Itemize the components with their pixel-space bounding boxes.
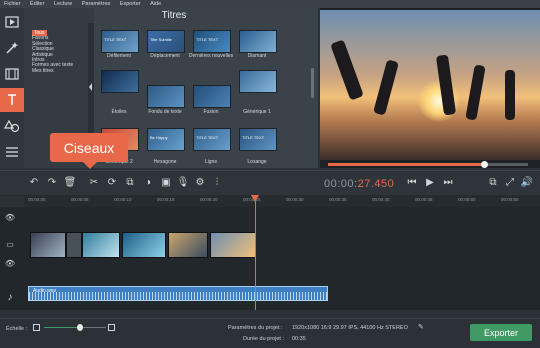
silhouette [505,70,515,120]
volume-icon[interactable]: 🔊 [520,175,534,189]
category-item-mes-titres[interactable]: Mes titres [32,68,73,74]
video-clip[interactable] [122,232,166,258]
ruler-tick: 00:00:50 [458,197,476,202]
crop-icon[interactable]: ⧉ [123,175,137,189]
ruler-tick: 00:00:00 [28,197,46,202]
menu-fichier[interactable]: Fichier [4,1,21,7]
title-thumb-dernieres-nouvelles[interactable]: TITLE TEXT [193,30,231,53]
project-duration-value: 00:35 [292,336,306,342]
status-bar: Échelle : Paramètres du projet : 1920x10… [0,318,540,348]
playback-knob[interactable] [481,161,488,168]
redo-icon[interactable]: ↷ [45,175,59,189]
zoom-in-icon[interactable] [108,324,115,331]
microphone-icon[interactable]: 🎙 [176,175,190,189]
play-icon[interactable]: ▶ [423,175,437,189]
visibility-icon[interactable]: 👁 [3,210,17,224]
next-frame-icon[interactable]: ⏭ [441,175,455,189]
video-clip[interactable] [210,232,256,258]
titles-heading: Titres [161,10,187,21]
scissors-icon[interactable]: ✂ [87,175,101,189]
ruler-tick: 00:00:35 [329,197,347,202]
menu-parametres[interactable]: Paramètres [82,1,110,7]
title-label-losange: Losange [247,159,267,165]
audio-clip-name: Audio.wav [33,288,57,294]
video-clip[interactable] [168,232,208,258]
title-thumb-fondu[interactable] [147,85,185,108]
menu-aide[interactable]: Aide [150,1,161,7]
music-note-icon: ♪ [7,291,13,303]
title-thumb-deplacement[interactable]: Title Subtitle [147,30,185,53]
menu-exporter[interactable]: Exporter [120,1,141,7]
silhouette [330,39,364,101]
fullscreen-icon[interactable]: ⤢ [503,175,517,189]
visibility-icon[interactable]: 👁 [3,256,17,270]
color-adjust-icon[interactable]: ◑ [141,175,155,189]
playhead-line [255,195,256,310]
menu-bar: Fichier Éditer Lecture Paramètres Export… [0,0,540,8]
export-button[interactable]: Exporter [470,324,532,341]
ruler-tick: 00:00:25 [243,197,261,202]
ruler-tick: 00:00:30 [286,197,304,202]
zoom-out-icon[interactable] [33,324,40,331]
transition-icon[interactable] [66,232,82,258]
list-menu-icon[interactable] [0,140,24,164]
preview-image [320,10,540,160]
audio-clip[interactable]: Audio.wav [28,286,328,301]
menu-editer[interactable]: Éditer [30,1,44,7]
project-params-label: Paramètres du projet : [228,325,283,331]
scissors-tooltip: Ciseaux [50,133,128,169]
title-thumb-fusion[interactable] [193,85,231,108]
prev-frame-icon[interactable]: ⏮ [405,175,419,189]
titles-scrollbar[interactable] [311,68,314,98]
title-thumb-defilement[interactable]: TITLE TEXT [101,30,139,53]
magic-wand-icon[interactable] [0,36,24,60]
title-thumb-hexagone[interactable]: Be Happy [147,128,185,151]
audio-levels-icon[interactable]: ⫶ [210,175,224,189]
edit-toolbar [0,170,540,196]
ruler-tick: 00:00:15 [157,197,175,202]
ruler-tick: 00:00:45 [415,197,433,202]
project-duration-label: Durée du projet : [243,336,284,342]
zoom-slider-fill [44,327,80,328]
import-media-icon[interactable] [0,10,24,34]
scale-label: Échelle : [6,326,28,332]
external-window-icon[interactable]: ⧉ [486,175,500,189]
pencil-icon[interactable]: ✎ [418,323,424,331]
time-ruler[interactable]: 00:00:00 00:00:05 00:00:10 00:00:15 00:0… [24,195,540,207]
filmstrip-icon[interactable] [0,62,24,86]
playback-progress [328,163,484,166]
undo-icon[interactable]: ↶ [27,175,41,189]
zoom-slider-knob[interactable] [77,324,83,331]
ruler-tick: 00:00:05 [71,197,89,202]
ruler-tick: 00:00:55 [501,197,519,202]
ruler-tick: 00:00:20 [200,197,218,202]
video-track-icon: ▭ [6,239,14,249]
video-clip[interactable] [30,232,66,258]
title-thumb-diamant[interactable] [239,30,277,53]
title-thumb-generique-1[interactable] [239,70,277,93]
video-clip[interactable] [82,232,120,258]
rotate-icon[interactable]: ⟳ [105,175,119,189]
titles-tool-icon[interactable] [0,88,24,112]
category-list: Tous Favoris Sélection Classique Artisti… [32,30,73,74]
shapes-icon[interactable] [0,114,24,138]
ruler-tick: 00:00:40 [372,197,390,202]
title-label-generique-1: Générique 1 [243,109,271,115]
silhouette [373,59,399,116]
title-thumb-ligne[interactable]: TITLE TEXT [193,128,231,151]
settings-icon[interactable]: ⚙ [193,175,207,189]
ruler-tick: 00:00:10 [114,197,132,202]
image-overlay-icon[interactable]: ▣ [159,175,173,189]
project-params-value: 1920x1080 16:9 29.97 IPS, 44100 Hz STERE… [292,325,408,331]
title-thumb-etoiles[interactable] [101,70,139,93]
trash-icon[interactable]: 🗑 [63,175,77,189]
menu-lecture[interactable]: Lecture [54,1,72,7]
title-label-diamant: Diamant [247,53,267,59]
audio-waveform [29,292,327,300]
timecode: 00:00:27.450 [324,178,395,190]
silhouette [465,64,486,121]
title-thumb-losange[interactable]: TITLE TEXT [239,128,277,151]
